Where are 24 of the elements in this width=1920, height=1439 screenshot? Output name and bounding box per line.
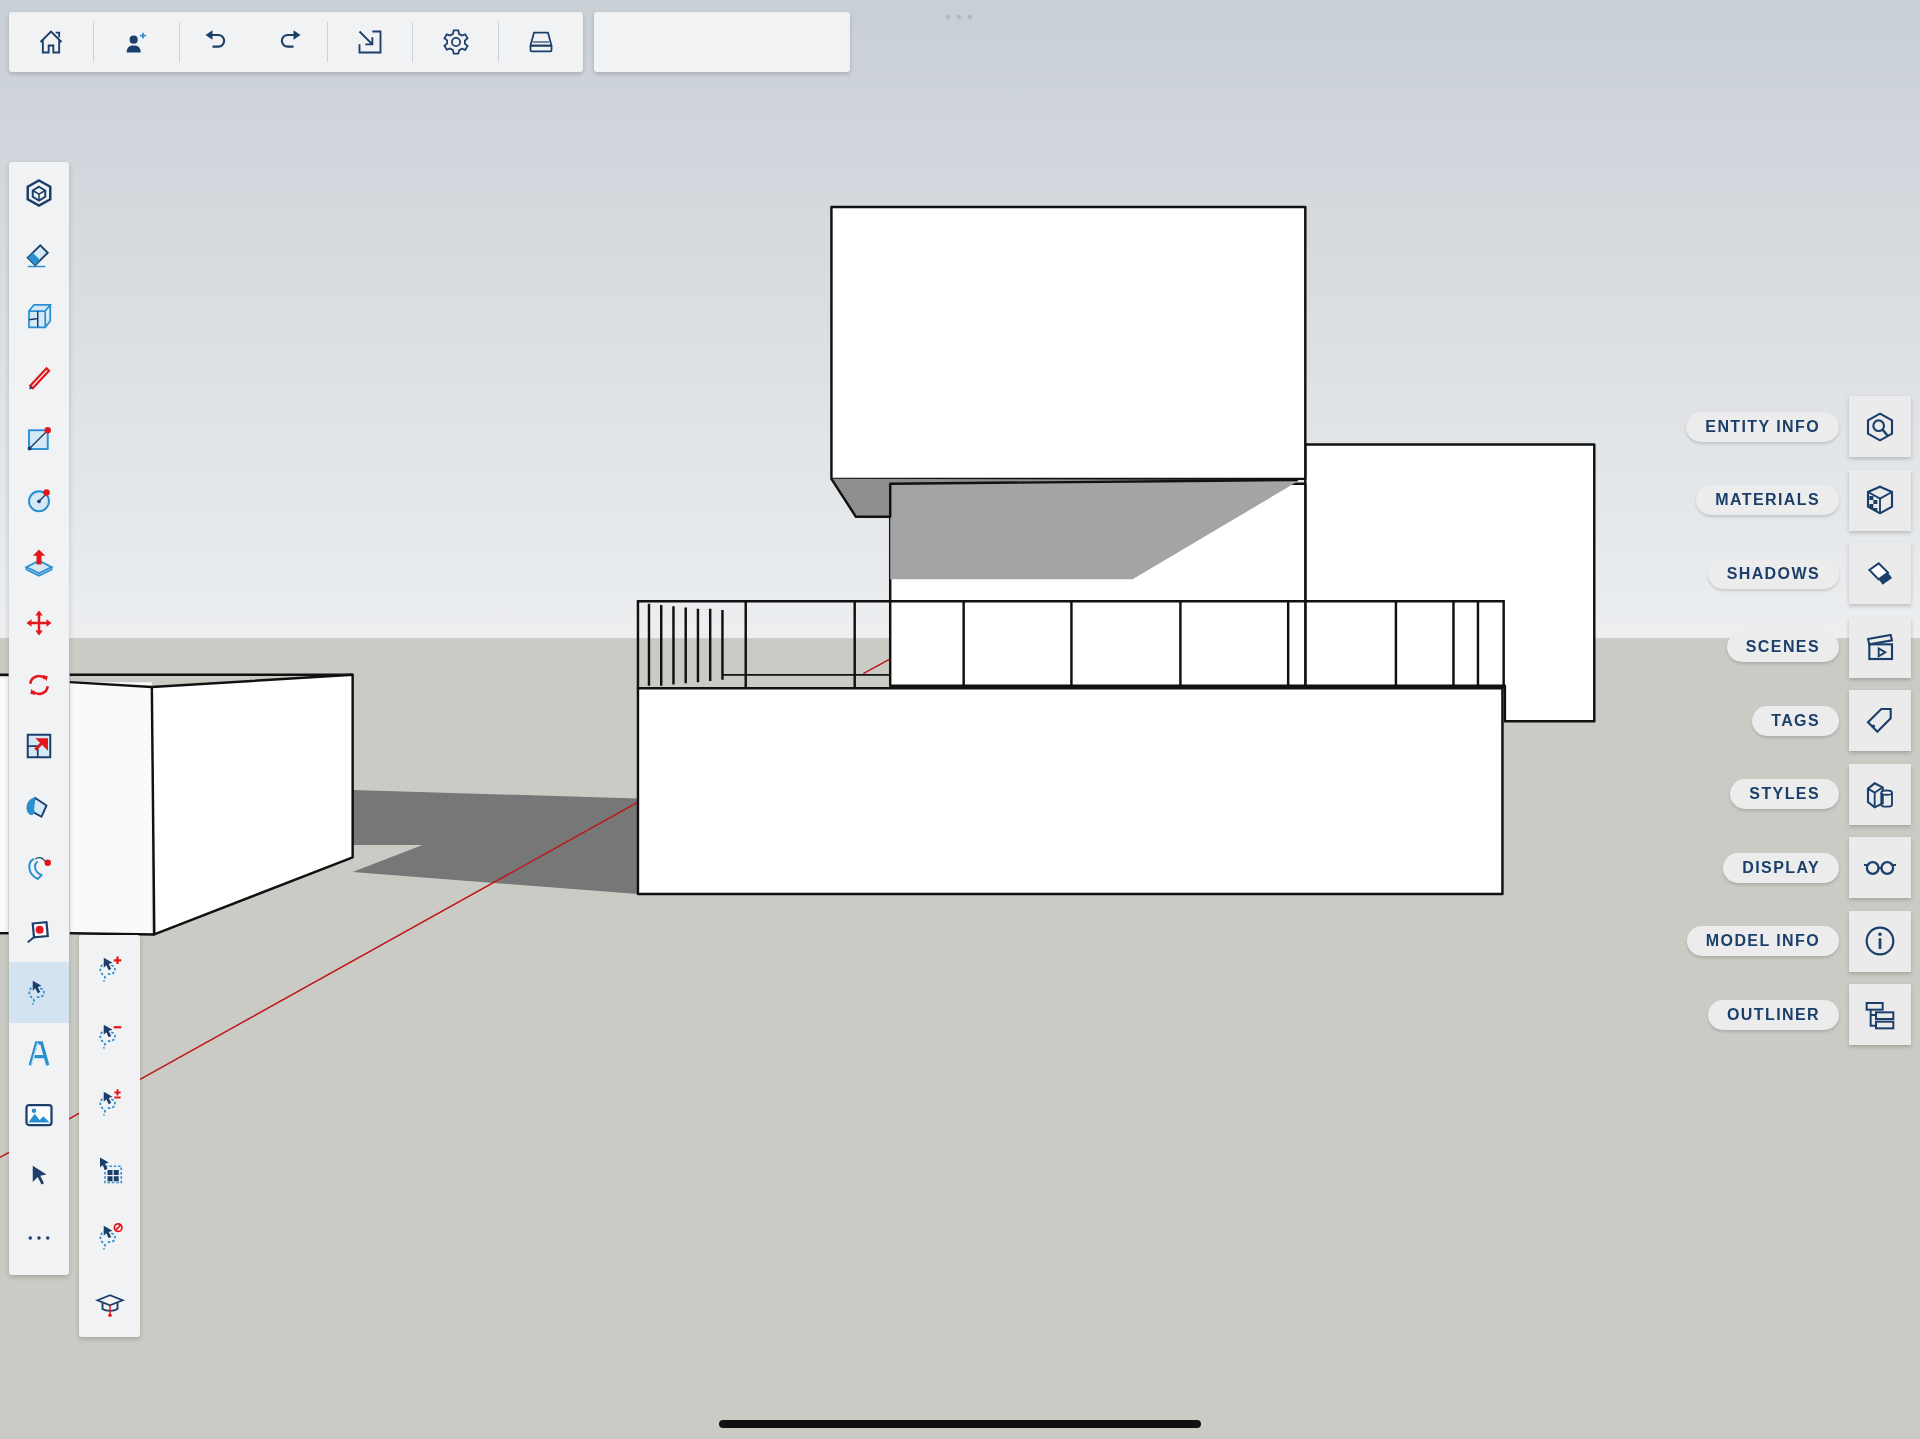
glasses-icon <box>1864 860 1896 875</box>
panel-label[interactable]: OUTLINER <box>1708 999 1839 1030</box>
components-icon <box>24 177 54 208</box>
panel-button[interactable] <box>1849 690 1911 751</box>
panel-button[interactable] <box>1849 763 1911 825</box>
panel-label[interactable]: SCENES <box>1726 632 1839 662</box>
panel-label[interactable]: MODEL INFO <box>1686 926 1839 956</box>
settings-icon <box>441 28 470 56</box>
panel-label[interactable]: STYLES <box>1730 779 1839 809</box>
panel-button[interactable] <box>1849 469 1911 531</box>
panel-button[interactable] <box>1849 837 1911 898</box>
panel-button[interactable] <box>1849 396 1911 457</box>
panel-label[interactable]: MATERIALS <box>1696 485 1839 515</box>
entity-info-icon <box>1864 410 1896 443</box>
panel-label[interactable]: ENTITY INFO <box>1686 411 1839 442</box>
panel-button[interactable] <box>1849 616 1911 678</box>
clapperboard-icon <box>1864 631 1896 663</box>
panel-button[interactable] <box>1849 910 1911 972</box>
info-icon <box>1864 925 1896 957</box>
more-icon <box>28 1236 50 1241</box>
cube-icon <box>1864 484 1896 516</box>
panel-label[interactable]: DISPLAY <box>1723 852 1839 883</box>
panel-button[interactable] <box>1849 543 1911 604</box>
panel-button[interactable] <box>1849 984 1911 1045</box>
